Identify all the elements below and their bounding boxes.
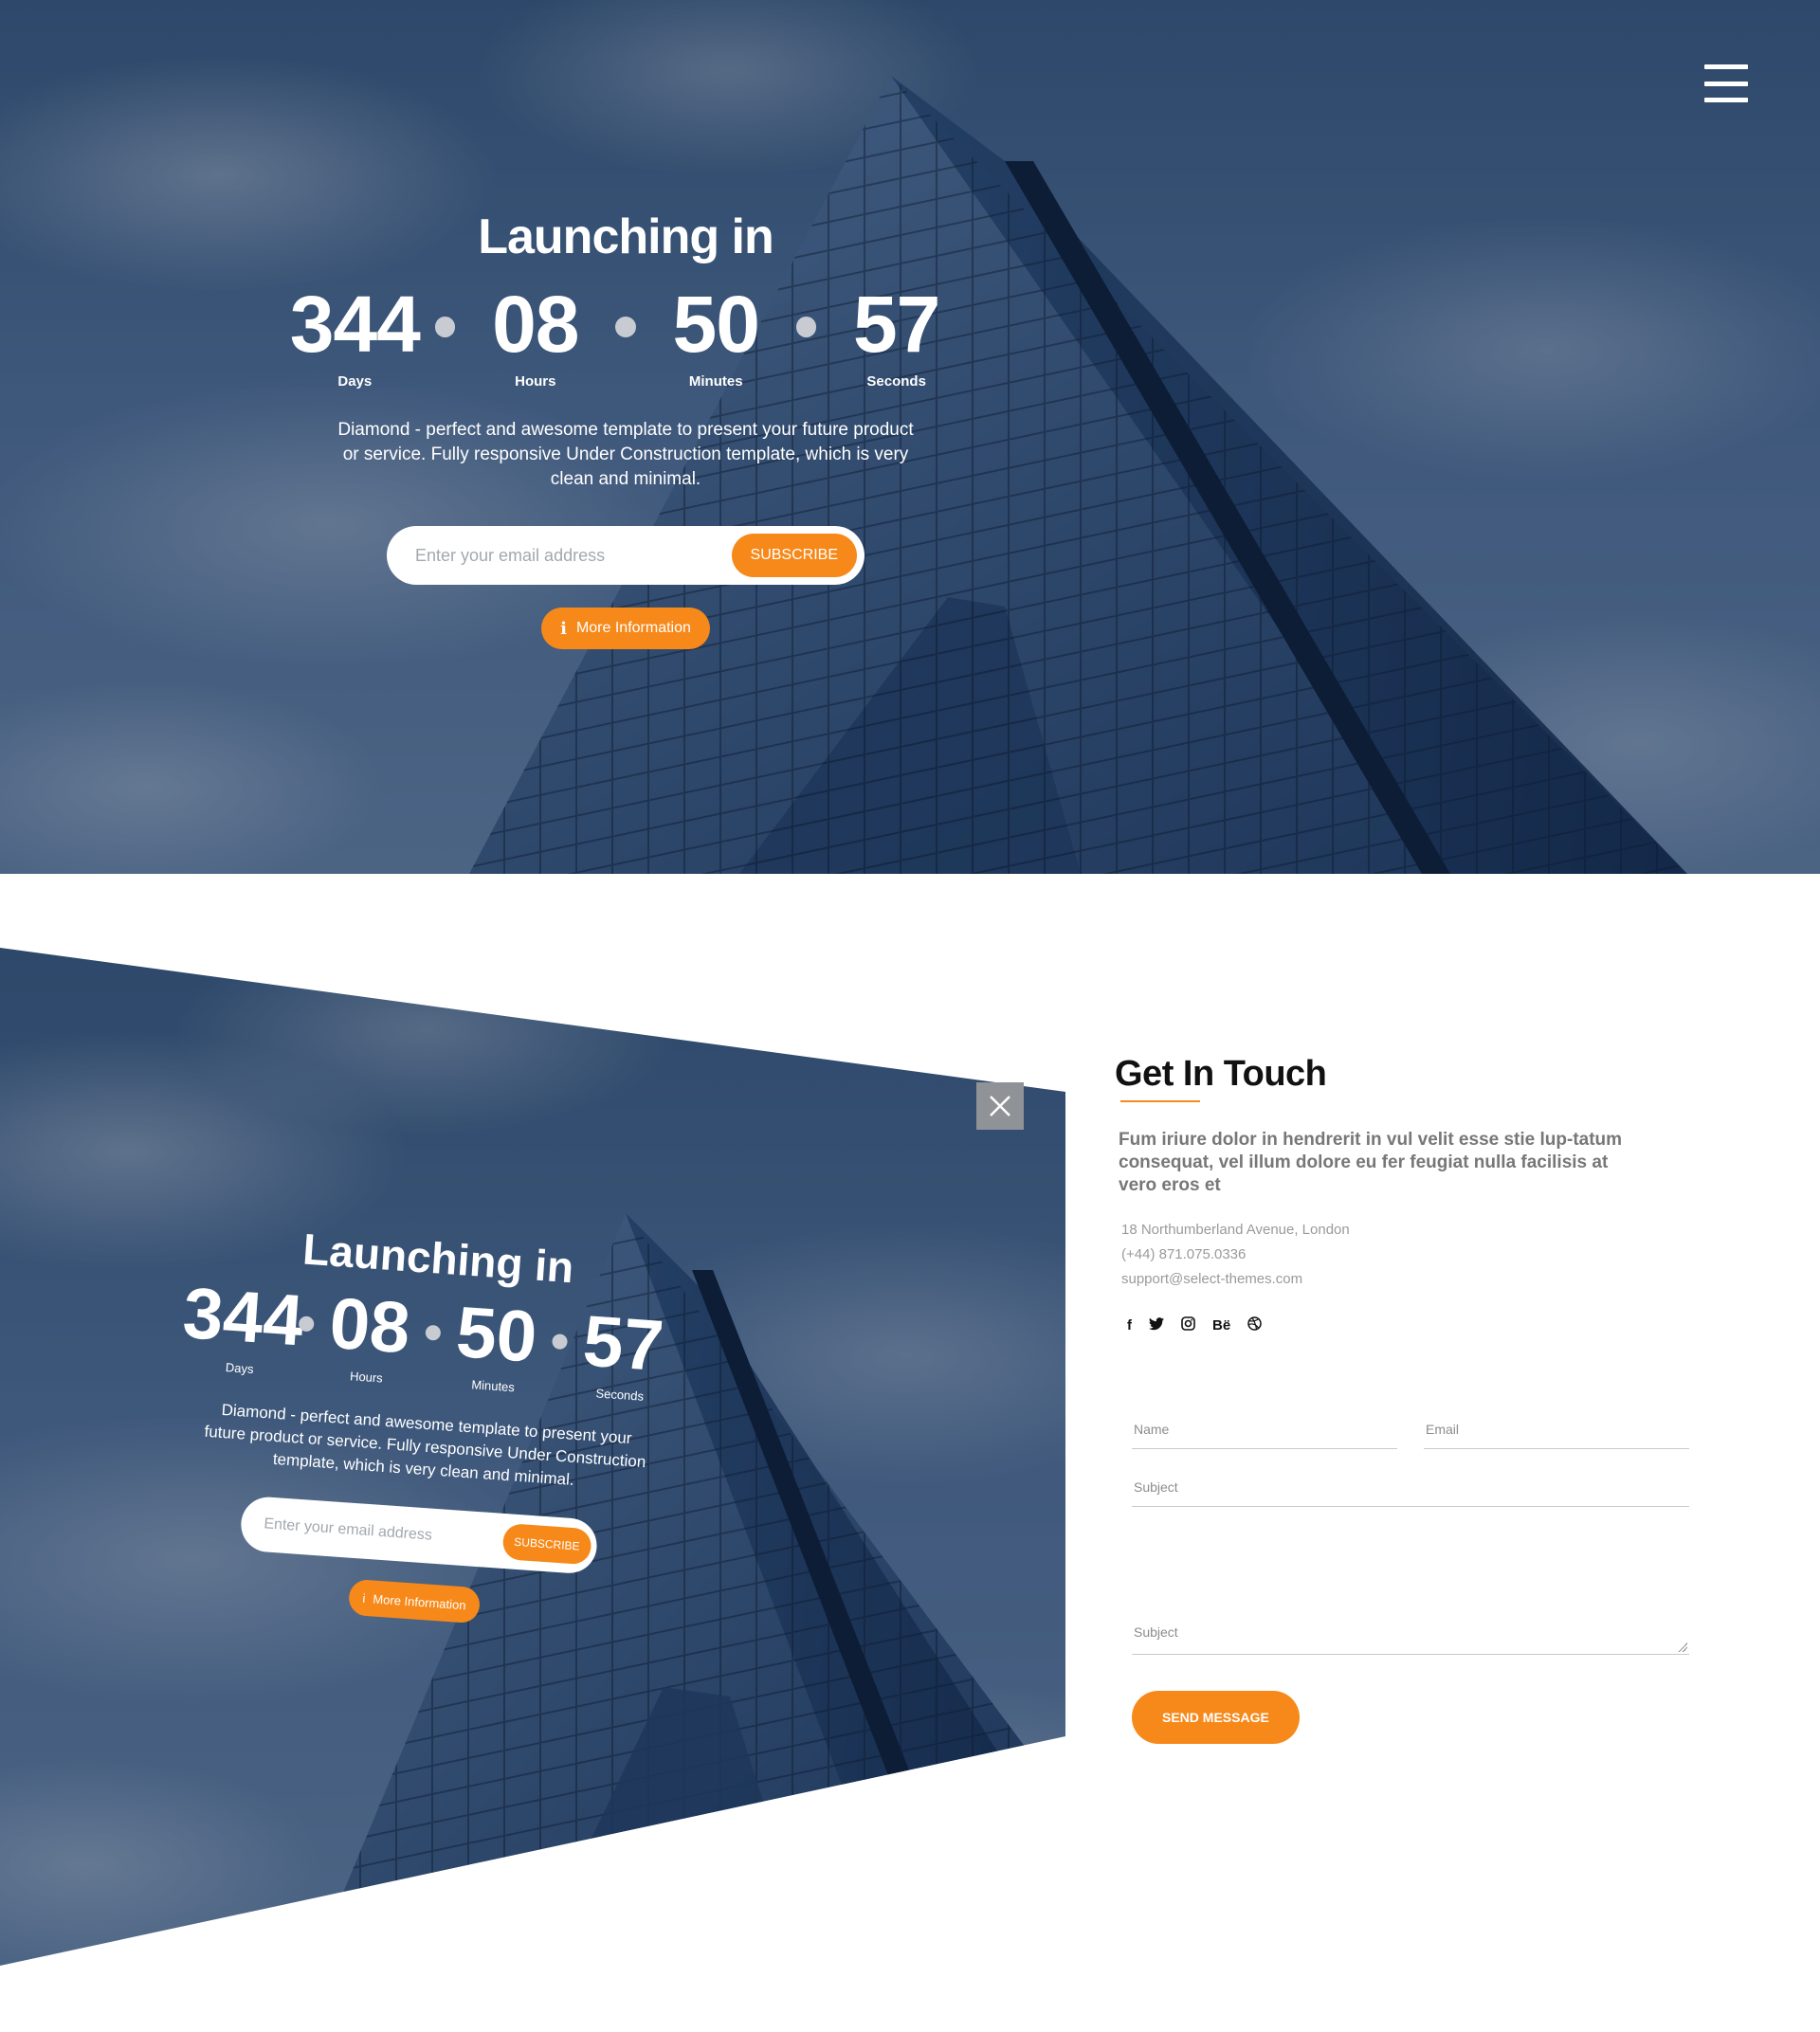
- contact-email[interactable]: support@select-themes.com: [1121, 1267, 1693, 1292]
- contact-title: Get In Touch: [1115, 1054, 1327, 1094]
- preview-subscribe-form: SUBSCRIBE: [239, 1495, 599, 1575]
- preview-days-value: 344: [180, 1272, 306, 1362]
- more-info-button[interactable]: i More Information: [541, 608, 710, 649]
- launch-title: Launching in: [478, 209, 774, 264]
- contact-address: 18 Northumberland Avenue, London: [1121, 1222, 1350, 1238]
- preview-subscribe-button[interactable]: SUBSCRIBE: [501, 1522, 592, 1566]
- close-icon[interactable]: [976, 1082, 1024, 1130]
- countdown-seconds: 57 Seconds: [826, 284, 967, 390]
- hero-section: Launching in 344 Days 08 Hours 50 Minute…: [0, 0, 1820, 874]
- send-message-button[interactable]: SEND MESSAGE: [1132, 1691, 1300, 1744]
- preview-seconds-label: Seconds: [595, 1386, 645, 1404]
- name-input[interactable]: [1134, 1422, 1395, 1437]
- preview-minutes-label: Minutes: [470, 1377, 516, 1395]
- subscribe-button[interactable]: SUBSCRIBE: [731, 534, 857, 577]
- preview-hours-label: Hours: [349, 1369, 384, 1386]
- countdown-seconds-value: 57: [852, 280, 940, 369]
- preview-seconds-value: 57: [580, 1300, 666, 1388]
- preview-description: Diamond - perfect and awesome template t…: [203, 1400, 646, 1489]
- countdown-separator: [615, 317, 636, 337]
- preview-countdown-days: 344 Days: [180, 1273, 305, 1378]
- preview-countdown-seconds: 57 Seconds: [567, 1300, 678, 1406]
- slanted-preview-panel: Launching in 344 Days 08 Hours 50 Minute…: [0, 948, 1065, 1966]
- info-icon: i: [560, 618, 567, 639]
- countdown-separator: [425, 1324, 442, 1341]
- preview-email-input[interactable]: [263, 1515, 503, 1550]
- countdown-days-label: Days: [337, 373, 373, 390]
- countdown-days: 344 Days: [284, 284, 426, 390]
- contact-info: Get In Touch Fum iriure dolor in hendrer…: [1115, 1054, 1693, 1334]
- contact-section: Launching in 344 Days 08 Hours 50 Minute…: [0, 874, 1820, 2032]
- preview-more-info-label: More Information: [372, 1591, 467, 1612]
- preview-hours-value: 08: [327, 1282, 413, 1370]
- contact-lead: Fum iriure dolor in hendrerit in vul vel…: [1119, 1130, 1623, 1195]
- subscribe-form: SUBSCRIBE: [387, 526, 864, 585]
- message-field: [1132, 1607, 1689, 1655]
- preview-days-label: Days: [225, 1360, 255, 1377]
- menu-icon[interactable]: [1704, 64, 1748, 102]
- preview-countdown-hours: 08 Hours: [314, 1282, 425, 1388]
- countdown-minutes: 50 Minutes: [646, 284, 787, 390]
- preview-minutes-value: 50: [453, 1292, 540, 1378]
- hero-description: Diamond - perfect and awesome template t…: [337, 420, 914, 489]
- countdown-minutes-value: 50: [672, 280, 760, 369]
- contact-form: SEND MESSAGE: [1132, 1405, 1689, 1744]
- social-links: f Bë: [1127, 1316, 1693, 1334]
- hero-content: Launching in 344 Days 08 Hours 50 Minute…: [284, 209, 967, 649]
- behance-icon[interactable]: Bë: [1212, 1317, 1230, 1334]
- countdown-separator: [552, 1334, 569, 1351]
- resize-handle[interactable]: [1678, 1642, 1687, 1652]
- email-field: [1424, 1405, 1689, 1449]
- info-icon: i: [362, 1590, 367, 1606]
- countdown-days-value: 344: [289, 280, 421, 369]
- twitter-icon[interactable]: [1149, 1316, 1164, 1334]
- more-info-label: More Information: [575, 620, 691, 636]
- countdown: 344 Days 08 Hours 50 Minutes 57 Seconds: [284, 284, 967, 390]
- countdown-seconds-label: Seconds: [866, 373, 926, 390]
- countdown-hours-value: 08: [492, 280, 579, 369]
- contact-phone[interactable]: (+44) 871.075.0336: [1121, 1243, 1693, 1267]
- instagram-icon[interactable]: [1181, 1316, 1195, 1334]
- preview-countdown-minutes: 50 Minutes: [441, 1292, 552, 1396]
- email-input[interactable]: [1426, 1422, 1687, 1437]
- preview-content: Launching in 344 Days 08 Hours 50 Minute…: [148, 1214, 704, 1638]
- countdown-separator: [434, 317, 456, 337]
- email-input[interactable]: [415, 545, 732, 566]
- countdown-minutes-label: Minutes: [688, 373, 743, 390]
- name-field: [1132, 1405, 1397, 1449]
- title-underline: [1120, 1100, 1200, 1102]
- countdown-hours-label: Hours: [515, 373, 556, 390]
- countdown-hours: 08 Hours: [464, 284, 606, 390]
- dribbble-icon[interactable]: [1247, 1316, 1262, 1334]
- message-textarea[interactable]: [1134, 1624, 1687, 1640]
- facebook-icon[interactable]: f: [1127, 1317, 1132, 1334]
- subject-field: [1132, 1462, 1689, 1507]
- subject-input[interactable]: [1134, 1479, 1687, 1495]
- countdown-separator: [795, 317, 817, 337]
- countdown-separator: [298, 1315, 315, 1333]
